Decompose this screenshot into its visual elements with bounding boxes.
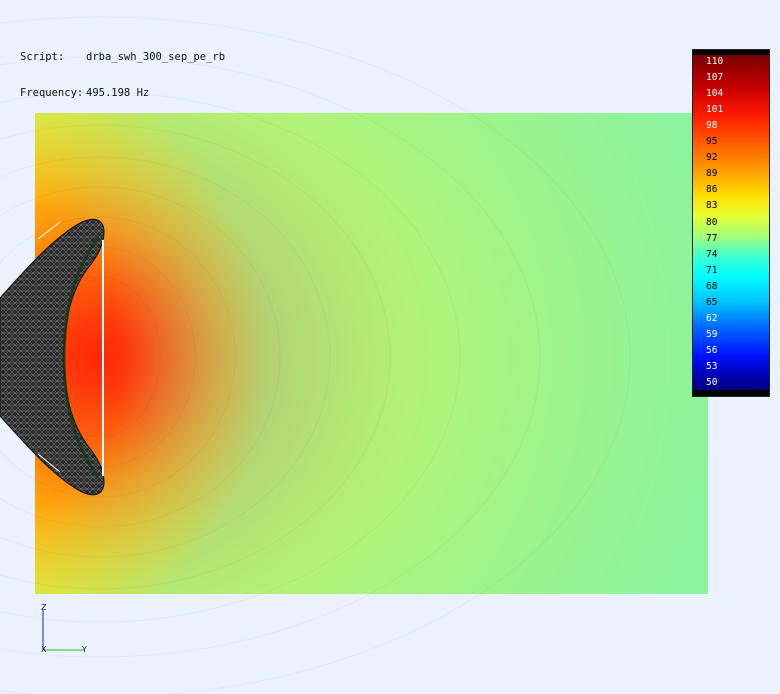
legend-tick-68: 68 <box>706 280 718 292</box>
legend-tick-65: 65 <box>706 296 718 308</box>
x-axis-label: X <box>41 645 47 654</box>
field-edge-tint <box>35 113 708 594</box>
legend-tick-53: 53 <box>706 360 718 372</box>
legend-tick-83: 83 <box>706 200 718 212</box>
legend-tick-104: 104 <box>706 88 724 100</box>
legend-tick-89: 89 <box>706 168 718 180</box>
legend-tick-101: 101 <box>706 104 724 116</box>
color-scale-legend: 110 107 104 101 98 95 92 89 86 83 80 77 74 71 68 65 62 59… <box>692 49 770 397</box>
legend-tick-92: 92 <box>706 152 718 164</box>
axes-lines <box>42 610 84 651</box>
orientation-axes-triad: Z X Y <box>38 604 98 656</box>
legend-tick-86: 86 <box>706 184 718 196</box>
legend-tick-98: 98 <box>706 120 718 132</box>
legend-tick-95: 95 <box>706 136 718 148</box>
y-axis-label: Y <box>82 645 87 654</box>
legend-tick-77: 77 <box>706 232 718 244</box>
legend-tick-50: 50 <box>706 377 718 388</box>
legend-color-strip <box>693 55 769 390</box>
legend-tick-71: 71 <box>706 264 718 276</box>
legend-tick-107: 107 <box>706 72 724 84</box>
legend-tick-56: 56 <box>706 344 718 356</box>
legend-tick-59: 59 <box>706 328 718 340</box>
legend-tick-110: 110 <box>706 56 724 67</box>
sound-pressure-field-view[interactable] <box>0 0 780 694</box>
legend-tick-80: 80 <box>706 216 718 228</box>
z-axis-label: Z <box>41 603 47 612</box>
legend-tick-62: 62 <box>706 312 718 324</box>
legend-tick-74: 74 <box>706 248 718 260</box>
